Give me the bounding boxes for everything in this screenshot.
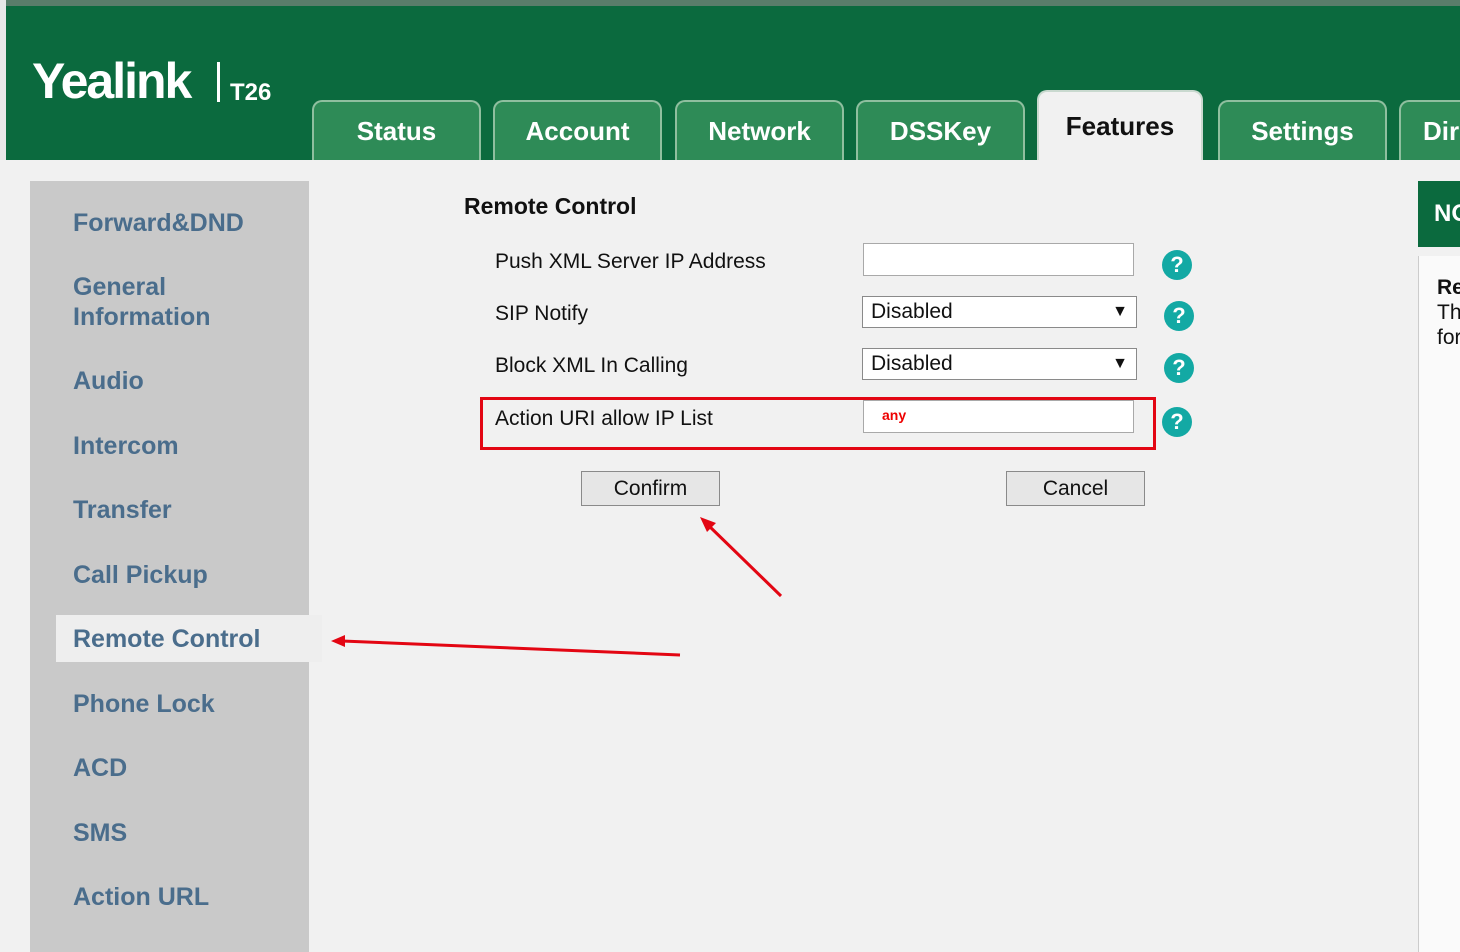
arrow-to-confirm [705, 522, 783, 598]
action-uri-help-icon[interactable]: ? [1162, 407, 1192, 437]
sidebar-item-acd[interactable]: ACD [73, 753, 127, 783]
sidebar-item-sms[interactable]: SMS [73, 818, 127, 848]
chevron-down-icon: ▼ [1112, 303, 1128, 320]
cancel-button[interactable]: Cancel [1006, 471, 1145, 506]
help-panel: Re Th for [1418, 256, 1460, 952]
tab-status[interactable]: Status [312, 100, 481, 160]
tab-features[interactable]: Features [1037, 90, 1203, 160]
push-xml-label: Push XML Server IP Address [495, 250, 766, 273]
model-label: T26 [230, 79, 272, 106]
push-xml-help-icon[interactable]: ? [1162, 250, 1192, 280]
help-panel-heading: NO [1418, 181, 1460, 247]
annotation-highlight-box [480, 397, 1156, 450]
sidebar-item-transfer[interactable]: Transfer [73, 495, 172, 525]
sidebar-item-intercom[interactable]: Intercom [73, 431, 179, 461]
page-title: Remote Control [464, 193, 637, 219]
sidebar-item-phone-lock[interactable]: Phone Lock [73, 689, 215, 719]
tab-directory[interactable]: Dir [1399, 100, 1460, 160]
sidebar-item-action-url[interactable]: Action URL [73, 882, 209, 912]
arrow-to-remote-control [341, 639, 681, 657]
sidebar-item-audio[interactable]: Audio [73, 366, 144, 396]
sip-notify-label: SIP Notify [495, 302, 588, 325]
header-top-border [0, 0, 1460, 6]
push-xml-input[interactable] [863, 243, 1134, 276]
sip-notify-value: Disabled [871, 300, 953, 323]
sidebar-item-general-information[interactable]: General Information [73, 272, 273, 332]
arrowhead-remote-control [331, 635, 345, 647]
tab-account[interactable]: Account [493, 100, 662, 160]
block-xml-select[interactable]: Disabled ▼ [862, 348, 1137, 380]
help-panel-line: Th [1437, 301, 1460, 324]
confirm-button[interactable]: Confirm [581, 471, 720, 506]
sidebar-item-call-pickup[interactable]: Call Pickup [73, 560, 208, 590]
help-panel-line: for [1437, 326, 1460, 349]
sip-notify-select[interactable]: Disabled ▼ [862, 296, 1137, 328]
tab-settings[interactable]: Settings [1218, 100, 1387, 160]
sip-notify-help-icon[interactable]: ? [1164, 301, 1194, 331]
arrowhead-confirm [700, 517, 716, 532]
header-left-edge [0, 0, 6, 160]
sidebar-item-forward-dnd[interactable]: Forward&DND [73, 208, 244, 238]
chevron-down-icon: ▼ [1112, 355, 1128, 372]
tab-dsskey[interactable]: DSSKey [856, 100, 1025, 160]
sidebar-item-remote-control[interactable]: Remote Control [73, 624, 261, 654]
block-xml-help-icon[interactable]: ? [1164, 353, 1194, 383]
brand-logo: Yealink [32, 53, 192, 109]
block-xml-value: Disabled [871, 352, 953, 375]
help-panel-line: Re [1437, 276, 1460, 299]
block-xml-label: Block XML In Calling [495, 354, 688, 377]
tab-network[interactable]: Network [675, 100, 844, 160]
logo-separator [217, 62, 220, 102]
